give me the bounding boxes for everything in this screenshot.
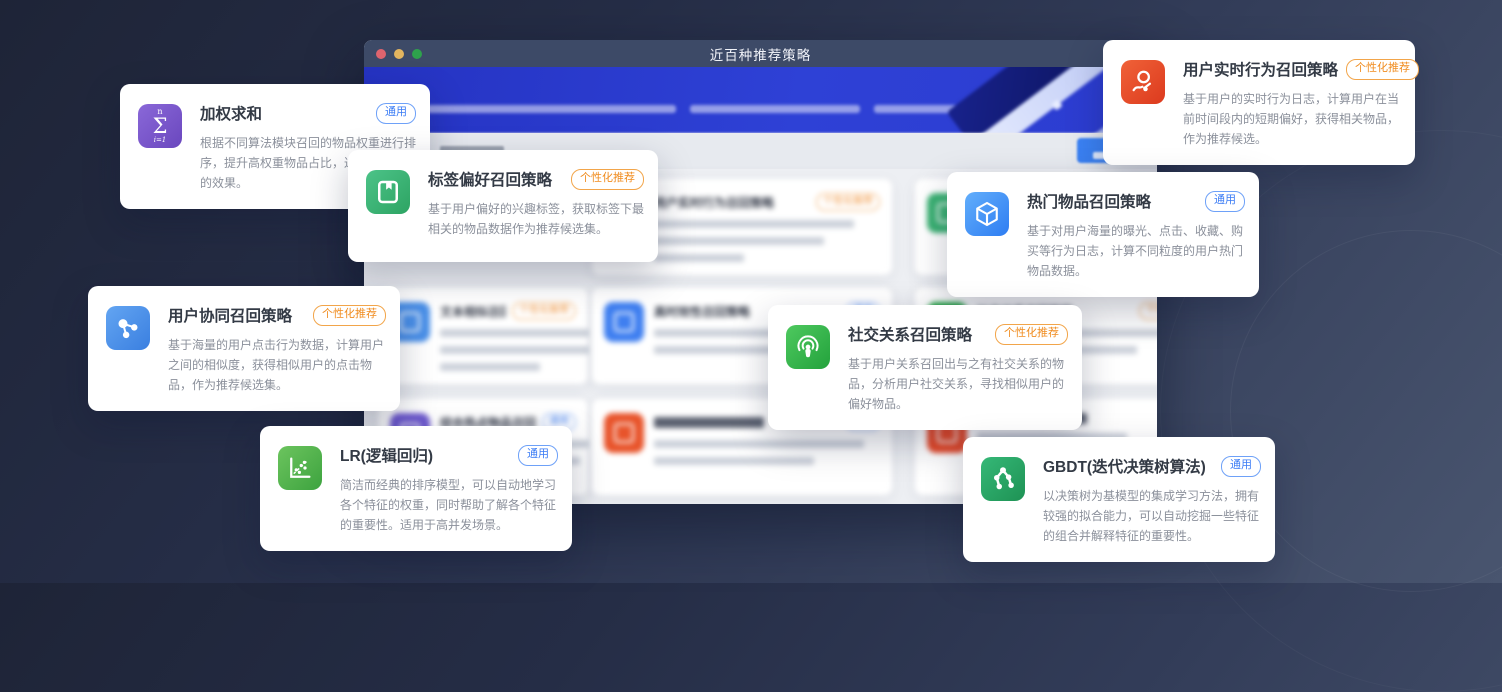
badge-general: 通用: [518, 445, 558, 466]
card-title: 标签偏好召回策略: [428, 168, 552, 190]
card-hot-items[interactable]: 热门物品召回策略 通用 基于对用户海量的曝光、点击、收藏、购买等行为日志，计算不…: [947, 172, 1259, 297]
background-card-title: 用户实时行为召回策略: [654, 194, 774, 211]
background-card-badge: 个性化推荐: [512, 302, 576, 320]
badge-general: 通用: [376, 103, 416, 124]
background-card-badge: 个性化推荐: [1139, 302, 1157, 320]
background-strategy-card: 文本相似召回策略个性化推荐: [378, 288, 588, 384]
banner-blurred-text: [426, 105, 676, 113]
background-card-title: [654, 417, 764, 428]
share-network-icon: [106, 306, 150, 350]
user-activity-icon: [1121, 60, 1165, 104]
card-title: LR(逻辑回归): [340, 444, 433, 466]
window-titlebar[interactable]: 近百种推荐策略: [364, 40, 1157, 67]
card-description: 基于用户偏好的兴趣标签，获取标签下最相关的物品数据作为推荐候选集。: [428, 199, 644, 239]
card-description: 基于用户关系召回出与之有社交关系的物品，分析用户社交关系，寻找相似用户的偏好物品…: [848, 354, 1068, 414]
card-description: 基于海量的用户点击行为数据，计算用户之间的相似度，获得相似用户的点击物品，作为推…: [168, 335, 386, 395]
card-description: 基于对用户海量的曝光、点击、收藏、购买等行为日志，计算不同粒度的用户热门物品数据…: [1027, 221, 1245, 281]
badge-general: 通用: [1205, 191, 1245, 212]
background-card-title: 文本相似召回策略: [440, 303, 506, 320]
card-description: 简洁而经典的排序模型，可以自动地学习各个特征的权重，同时帮助了解各个特征的重要性…: [340, 475, 558, 535]
window-title: 近百种推荐策略: [364, 44, 1157, 64]
sigma-sum-icon: nΣi=1: [138, 104, 182, 148]
blurred-text-line: [654, 440, 864, 448]
card-description: 以决策树为基模型的集成学习方法，拥有较强的拟合能力，可以自动挖掘一些特征的组合并…: [1043, 486, 1261, 546]
badge-personalized: 个性化推荐: [995, 324, 1068, 345]
card-lr-logistic-regression[interactable]: LR(逻辑回归) 通用 简洁而经典的排序模型，可以自动地学习各个特征的权重，同时…: [260, 426, 572, 551]
card-title: 热门物品召回策略: [1027, 190, 1151, 212]
background-card-badge: 个性化推荐: [816, 193, 880, 211]
card-tag-preference[interactable]: 标签偏好召回策略 个性化推荐 基于用户偏好的兴趣标签，获取标签下最相关的物品数据…: [348, 150, 658, 262]
podcast-icon: [786, 325, 830, 369]
bookmark-book-icon: [366, 170, 410, 214]
blurred-text-line: [654, 254, 744, 262]
card-title: 社交关系召回策略: [848, 323, 972, 345]
card-description: 基于用户的实时行为日志，计算用户在当前时间段内的短期偏好，获得相关物品，作为推荐…: [1183, 89, 1401, 149]
card-user-collaborative[interactable]: 用户协同召回策略 个性化推荐 基于海量的用户点击行为数据，计算用户之间的相似度，…: [88, 286, 400, 411]
blurred-text-line: [440, 363, 540, 371]
blurred-text-line: [654, 457, 814, 465]
promo-banner: [364, 67, 1157, 133]
cube-icon: [965, 192, 1009, 236]
card-title: 用户协同召回策略: [168, 304, 292, 326]
card-title: 加权求和: [200, 102, 262, 124]
card-title: GBDT(迭代决策树算法): [1043, 455, 1206, 477]
blurred-text-line: [654, 220, 854, 228]
background-card-title: 高时效性召回策略: [654, 303, 750, 320]
scatter-chart-icon: [278, 446, 322, 490]
strategy-icon: [604, 302, 644, 342]
tree-branch-icon: [981, 457, 1025, 501]
card-social-relation[interactable]: 社交关系召回策略 个性化推荐 基于用户关系召回出与之有社交关系的物品，分析用户社…: [768, 305, 1082, 430]
card-gbdt[interactable]: GBDT(迭代决策树算法) 通用 以决策树为基模型的集成学习方法，拥有较强的拟合…: [963, 437, 1275, 562]
card-user-realtime-behavior[interactable]: 用户实时行为召回策略 个性化推荐 基于用户的实时行为日志，计算用户在当前时间段内…: [1103, 40, 1415, 165]
badge-personalized: 个性化推荐: [313, 305, 386, 326]
blurred-text-line: [440, 329, 590, 337]
strategy-icon: [604, 413, 644, 453]
banner-blurred-text: [690, 105, 860, 113]
badge-personalized: 个性化推荐: [571, 169, 644, 190]
blurred-text-line: [654, 237, 824, 245]
badge-general: 通用: [1221, 456, 1261, 477]
badge-personalized: 个性化推荐: [1346, 59, 1419, 80]
blurred-text-line: [440, 346, 590, 354]
card-title: 用户实时行为召回策略: [1183, 58, 1338, 80]
